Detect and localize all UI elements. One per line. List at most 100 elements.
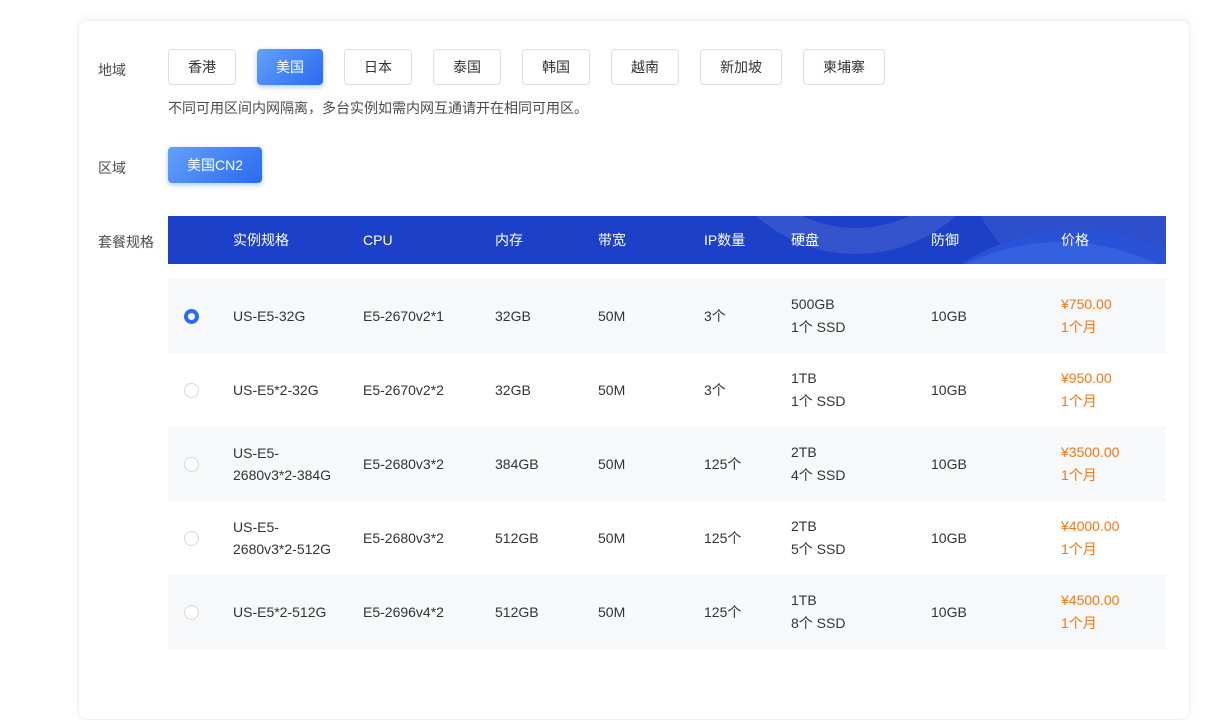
plan-ip-count: 125个 — [704, 439, 791, 489]
plan-price-period: 1个月 — [1061, 538, 1166, 561]
region-note: 不同可用区间内网隔离，多台实例如需内网互通请开在相同可用区。 — [168, 98, 1189, 118]
plans-section: 套餐规格 实例规格CPU内存带宽IP数量硬盘防御价格 US-E5-32G E5-2… — [98, 216, 1189, 649]
plan-disk: 2TB4个 SSD — [791, 427, 931, 501]
plan-memory: 32GB — [495, 365, 598, 415]
plan-ip-count: 125个 — [704, 587, 791, 637]
plan-defense: 10GB — [931, 513, 1061, 563]
zone-label: 区域 — [98, 147, 168, 183]
plans-table-header: 实例规格CPU内存带宽IP数量硬盘防御价格 — [168, 216, 1166, 264]
plan-radio-cell — [168, 295, 233, 338]
plan-row[interactable]: US-E5-2680v3*2-512GE5-2680v3*2512GB50M12… — [168, 501, 1166, 575]
plan-disk-line: 8个 SSD — [791, 612, 931, 635]
plan-price-period: 1个月 — [1061, 612, 1166, 635]
plan-price-period: 1个月 — [1061, 316, 1166, 339]
plan-price-amount: ¥3500.00 — [1061, 441, 1166, 464]
plan-radio-cell — [168, 591, 233, 634]
plan-price-amount: ¥4500.00 — [1061, 589, 1166, 612]
plan-price: ¥950.001个月 — [1061, 353, 1166, 427]
plan-bandwidth: 50M — [598, 513, 704, 563]
plan-bandwidth: 50M — [598, 365, 704, 415]
plan-spec: US-E5-2680v3*2-384G — [233, 428, 333, 500]
plan-disk-line: 1个 SSD — [791, 316, 931, 339]
plan-spec: US-E5*2-32G — [233, 365, 333, 415]
plan-radio-cell — [168, 369, 233, 412]
region-option-button[interactable]: 日本 — [344, 49, 412, 85]
plan-ip-count: 3个 — [704, 365, 791, 415]
plan-disk-line: 4个 SSD — [791, 464, 931, 487]
plan-row[interactable]: US-E5*2-32G E5-2670v2*232GB50M3个1TB1个 SSD… — [168, 353, 1166, 427]
column-header: CPU — [363, 232, 495, 248]
plan-price: ¥3500.001个月 — [1061, 427, 1166, 501]
plan-bandwidth: 50M — [598, 439, 704, 489]
plan-price: ¥4000.001个月 — [1061, 501, 1166, 575]
plan-radio-cell — [168, 443, 233, 486]
plan-price: ¥4500.001个月 — [1061, 575, 1166, 649]
plan-memory: 384GB — [495, 439, 598, 489]
header-row: 实例规格CPU内存带宽IP数量硬盘防御价格 — [168, 216, 1166, 264]
column-header: 价格 — [1061, 230, 1166, 250]
radio-icon[interactable] — [184, 605, 199, 620]
plan-disk: 1TB1个 SSD — [791, 353, 931, 427]
radio-icon[interactable] — [184, 457, 199, 472]
plan-price: ¥750.001个月 — [1061, 279, 1166, 353]
plan-cpu: E5-2670v2*2 — [363, 365, 495, 415]
column-header: 实例规格 — [233, 230, 363, 250]
plan-disk-line: 1个 SSD — [791, 390, 931, 413]
plan-memory: 512GB — [495, 513, 598, 563]
region-label: 地域 — [98, 49, 168, 118]
column-header: 防御 — [931, 230, 1061, 250]
plan-memory: 512GB — [495, 587, 598, 637]
plan-defense: 10GB — [931, 365, 1061, 415]
plan-ip-count: 125个 — [704, 513, 791, 563]
region-section: 地域 香港美国日本泰国韩国越南新加坡柬埔寨 不同可用区间内网隔离，多台实例如需内… — [98, 49, 1189, 118]
plan-cpu: E5-2680v3*2 — [363, 439, 495, 489]
plan-spec: US-E5-2680v3*2-512G — [233, 502, 333, 574]
column-header: IP数量 — [704, 230, 791, 250]
plan-disk-line: 1TB — [791, 367, 931, 390]
plan-row[interactable]: US-E5-32G E5-2670v2*132GB50M3个500GB1个 SSD… — [168, 279, 1166, 353]
config-panel: 地域 香港美国日本泰国韩国越南新加坡柬埔寨 不同可用区间内网隔离，多台实例如需内… — [78, 20, 1190, 720]
plan-radio-cell — [168, 517, 233, 560]
region-option-button[interactable]: 越南 — [611, 49, 679, 85]
plan-disk-line: 2TB — [791, 441, 931, 464]
plan-disk: 2TB5个 SSD — [791, 501, 931, 575]
radio-selected-icon[interactable] — [184, 309, 199, 324]
radio-icon[interactable] — [184, 383, 199, 398]
plan-cpu: E5-2670v2*1 — [363, 291, 495, 341]
plan-spec: US-E5*2-512G — [233, 587, 333, 637]
plan-disk-line: 2TB — [791, 515, 931, 538]
region-option-button[interactable]: 新加坡 — [700, 49, 782, 85]
plan-disk-line: 5个 SSD — [791, 538, 931, 561]
column-header: 内存 — [495, 230, 598, 250]
region-option-button[interactable]: 美国 — [257, 49, 323, 85]
plan-row[interactable]: US-E5-2680v3*2-384G E5-2680v3*2384GB50M12… — [168, 427, 1166, 501]
plan-defense: 10GB — [931, 439, 1061, 489]
plan-defense: 10GB — [931, 291, 1061, 341]
plan-price-period: 1个月 — [1061, 390, 1166, 413]
plan-disk-line: 500GB — [791, 293, 931, 316]
plans-table-body: US-E5-32GE5-2670v2*132GB50M3个500GB1个 SSD… — [168, 279, 1166, 649]
column-header: 带宽 — [598, 230, 704, 250]
plan-price-amount: ¥950.00 — [1061, 367, 1166, 390]
plan-bandwidth: 50M — [598, 587, 704, 637]
radio-icon[interactable] — [184, 531, 199, 546]
region-option-button[interactable]: 泰国 — [433, 49, 501, 85]
region-option-button[interactable]: 韩国 — [522, 49, 590, 85]
plans-label: 套餐规格 — [98, 216, 168, 649]
plan-spec: US-E5-32G — [233, 291, 333, 341]
plan-price-amount: ¥750.00 — [1061, 293, 1166, 316]
plan-price-amount: ¥4000.00 — [1061, 515, 1166, 538]
plan-memory: 32GB — [495, 291, 598, 341]
plan-row[interactable]: US-E5*2-512G E5-2696v4*2512GB50M125个1TB8个… — [168, 575, 1166, 649]
plan-disk: 1TB8个 SSD — [791, 575, 931, 649]
plan-bandwidth: 50M — [598, 291, 704, 341]
plan-cpu: E5-2696v4*2 — [363, 587, 495, 637]
region-option-button[interactable]: 香港 — [168, 49, 236, 85]
plan-price-period: 1个月 — [1061, 464, 1166, 487]
plan-disk-line: 1TB — [791, 589, 931, 612]
column-header: 硬盘 — [791, 230, 931, 250]
plan-ip-count: 3个 — [704, 291, 791, 341]
region-option-button[interactable]: 柬埔寨 — [803, 49, 885, 85]
zone-option-button[interactable]: 美国CN2 — [168, 147, 262, 183]
plan-defense: 10GB — [931, 587, 1061, 637]
